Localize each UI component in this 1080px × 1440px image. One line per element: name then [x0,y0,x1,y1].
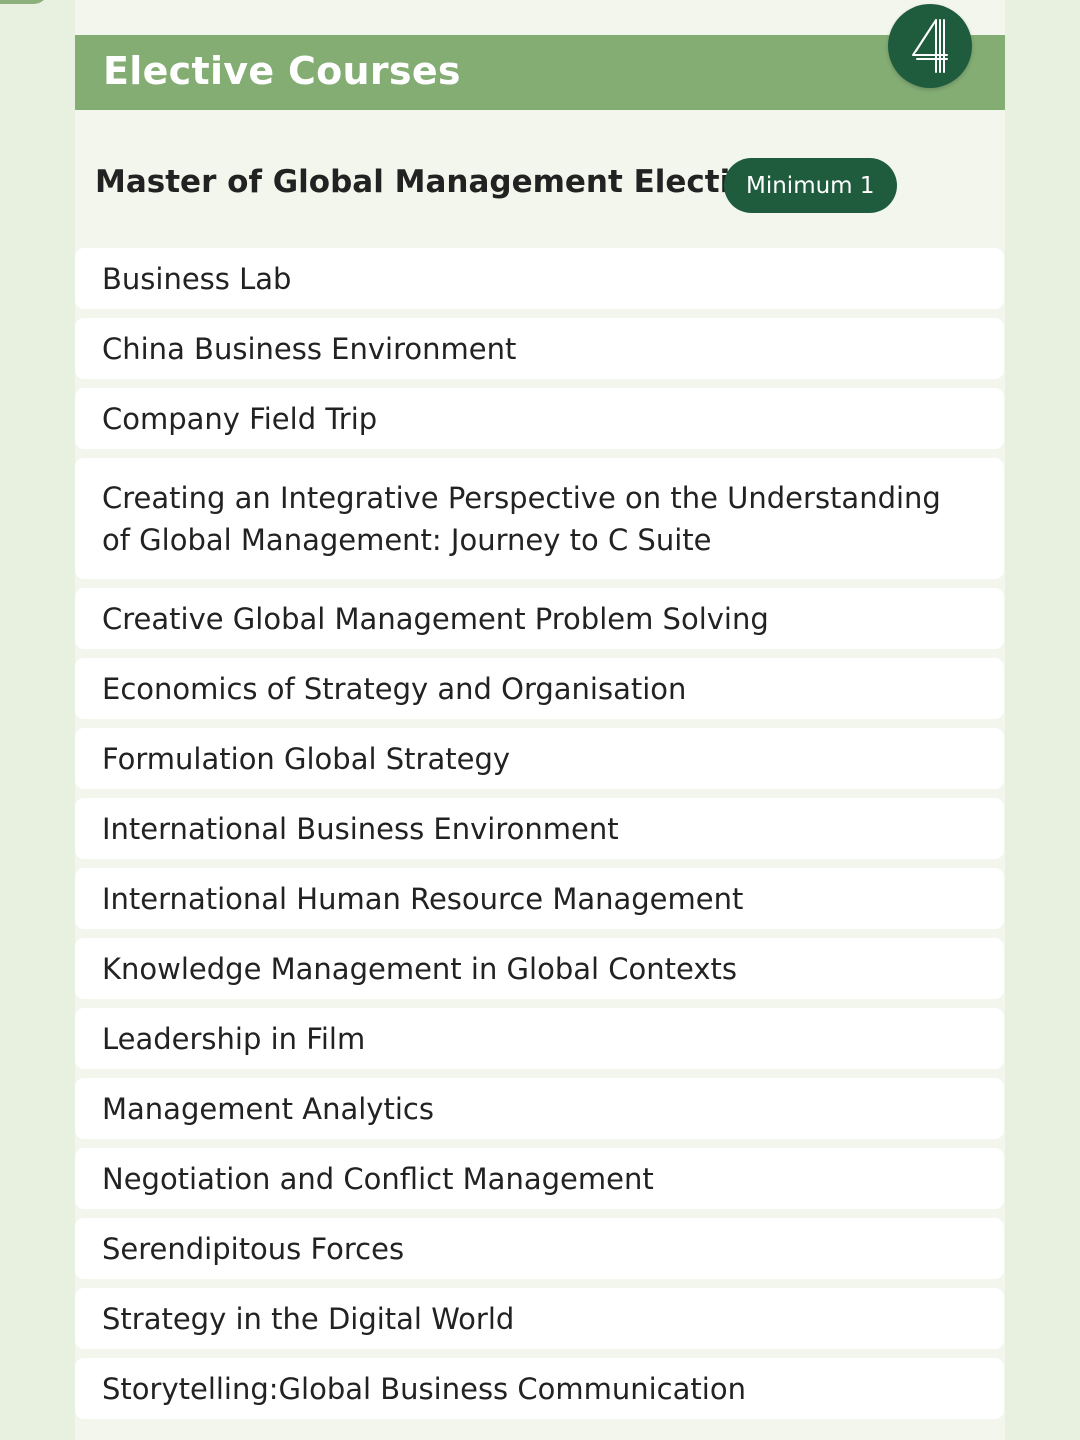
course-item: Formulation Global Strategy [75,728,1004,789]
corner-tab-decoration [0,0,48,4]
course-item: Storytelling:Global Business Communicati… [75,1358,1004,1419]
number-four-icon [912,19,948,73]
course-item: China Business Environment [75,318,1004,379]
course-item: Strategy in the Digital World [75,1288,1004,1349]
course-item: Company Field Trip [75,388,1004,449]
course-item: Creating an Integrative Perspective on t… [75,458,1004,579]
course-item: Knowledge Management in Global Contexts [75,938,1004,999]
course-item: Management Analytics [75,1078,1004,1139]
course-item: Negotiation and Conflict Management [75,1148,1004,1209]
course-item: Creative Global Management Problem Solvi… [75,588,1004,649]
course-item: Business Lab [75,248,1004,309]
course-item: Economics of Strategy and Organisation [75,658,1004,719]
step-number-badge [888,4,972,88]
header-bar: Elective Courses [75,35,1005,110]
course-list: Business Lab China Business Environment … [75,248,1004,1419]
requirement-badge: Minimum 1 [724,158,897,213]
page-title: Elective Courses [103,49,461,93]
course-item: Leadership in Film [75,1008,1004,1069]
course-item: Serendipitous Forces [75,1218,1004,1279]
course-item: International Human Resource Management [75,868,1004,929]
course-item: International Business Environment [75,798,1004,859]
section-title: Master of Global Management Electives [95,164,790,200]
